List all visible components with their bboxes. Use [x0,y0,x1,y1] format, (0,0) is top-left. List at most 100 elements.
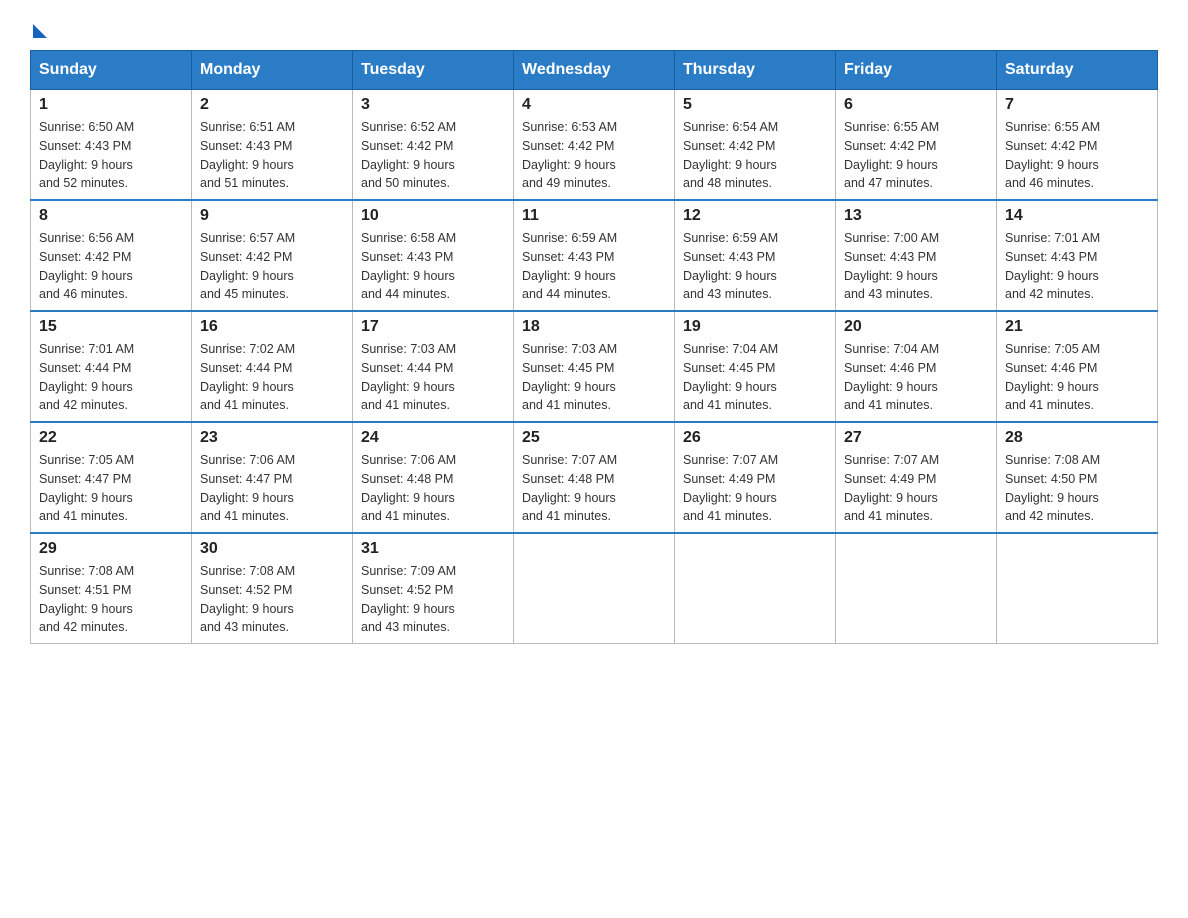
day-of-week-header: Friday [836,51,997,90]
calendar-day-cell: 25 Sunrise: 7:07 AMSunset: 4:48 PMDayligh… [514,422,675,533]
day-info: Sunrise: 6:59 AMSunset: 4:43 PMDaylight:… [522,229,666,304]
day-info: Sunrise: 7:07 AMSunset: 4:48 PMDaylight:… [522,451,666,526]
day-number: 8 [39,207,183,225]
calendar-week-row: 8Sunrise: 6:56 AMSunset: 4:42 PMDaylight… [31,200,1158,311]
calendar-day-cell: 8Sunrise: 6:56 AMSunset: 4:42 PMDaylight… [31,200,192,311]
day-number: 31 [361,540,505,558]
calendar-header-row: SundayMondayTuesdayWednesdayThursdayFrid… [31,51,1158,90]
page-header [30,20,1158,30]
day-number: 7 [1005,96,1149,114]
calendar-week-row: 1 Sunrise: 6:50 AMSunset: 4:43 PMDaylight… [31,90,1158,201]
calendar-week-row: 29Sunrise: 7:08 AMSunset: 4:51 PMDayligh… [31,533,1158,644]
calendar-day-cell: 28 Sunrise: 7:08 AMSunset: 4:50 PMDayligh… [997,422,1158,533]
calendar-day-cell [514,533,675,644]
day-number: 11 [522,207,666,225]
calendar-day-cell: 11 Sunrise: 6:59 AMSunset: 4:43 PMDayligh… [514,200,675,311]
day-number: 2 [200,96,344,114]
day-number: 4 [522,96,666,114]
day-of-week-header: Monday [192,51,353,90]
calendar-day-cell [997,533,1158,644]
day-number: 6 [844,96,988,114]
day-info: Sunrise: 7:09 AMSunset: 4:52 PMDaylight:… [361,562,505,637]
calendar-day-cell: 14 Sunrise: 7:01 AMSunset: 4:43 PMDayligh… [997,200,1158,311]
day-number: 9 [200,207,344,225]
day-number: 12 [683,207,827,225]
day-number: 19 [683,318,827,336]
calendar-day-cell: 12 Sunrise: 6:59 AMSunset: 4:43 PMDayligh… [675,200,836,311]
day-info: Sunrise: 7:08 AMSunset: 4:52 PMDaylight:… [200,562,344,637]
calendar-day-cell: 21Sunrise: 7:05 AMSunset: 4:46 PMDayligh… [997,311,1158,422]
calendar-day-cell: 17 Sunrise: 7:03 AMSunset: 4:44 PMDayligh… [353,311,514,422]
day-number: 28 [1005,429,1149,447]
day-of-week-header: Sunday [31,51,192,90]
day-number: 20 [844,318,988,336]
calendar-day-cell: 27Sunrise: 7:07 AMSunset: 4:49 PMDayligh… [836,422,997,533]
day-number: 22 [39,429,183,447]
day-info: Sunrise: 7:01 AMSunset: 4:43 PMDaylight:… [1005,229,1149,304]
calendar-week-row: 15 Sunrise: 7:01 AMSunset: 4:44 PMDayligh… [31,311,1158,422]
calendar-week-row: 22Sunrise: 7:05 AMSunset: 4:47 PMDayligh… [31,422,1158,533]
day-number: 17 [361,318,505,336]
day-info: Sunrise: 7:04 AMSunset: 4:46 PMDaylight:… [844,340,988,415]
calendar-day-cell: 4 Sunrise: 6:53 AMSunset: 4:42 PMDaylight… [514,90,675,201]
logo-arrow-icon [33,24,47,38]
day-number: 25 [522,429,666,447]
day-info: Sunrise: 7:05 AMSunset: 4:46 PMDaylight:… [1005,340,1149,415]
day-info: Sunrise: 7:01 AMSunset: 4:44 PMDaylight:… [39,340,183,415]
day-of-week-header: Thursday [675,51,836,90]
calendar-day-cell: 15 Sunrise: 7:01 AMSunset: 4:44 PMDayligh… [31,311,192,422]
day-info: Sunrise: 7:04 AMSunset: 4:45 PMDaylight:… [683,340,827,415]
day-info: Sunrise: 6:52 AMSunset: 4:42 PMDaylight:… [361,118,505,193]
day-info: Sunrise: 7:03 AMSunset: 4:44 PMDaylight:… [361,340,505,415]
day-info: Sunrise: 6:54 AMSunset: 4:42 PMDaylight:… [683,118,827,193]
day-of-week-header: Saturday [997,51,1158,90]
day-number: 14 [1005,207,1149,225]
day-info: Sunrise: 7:08 AMSunset: 4:50 PMDaylight:… [1005,451,1149,526]
day-info: Sunrise: 6:55 AMSunset: 4:42 PMDaylight:… [844,118,988,193]
day-number: 18 [522,318,666,336]
calendar-day-cell: 18 Sunrise: 7:03 AMSunset: 4:45 PMDayligh… [514,311,675,422]
day-number: 16 [200,318,344,336]
day-number: 3 [361,96,505,114]
calendar-day-cell: 13 Sunrise: 7:00 AMSunset: 4:43 PMDayligh… [836,200,997,311]
calendar-day-cell: 24Sunrise: 7:06 AMSunset: 4:48 PMDayligh… [353,422,514,533]
day-info: Sunrise: 7:03 AMSunset: 4:45 PMDaylight:… [522,340,666,415]
day-number: 13 [844,207,988,225]
calendar-day-cell: 10 Sunrise: 6:58 AMSunset: 4:43 PMDayligh… [353,200,514,311]
day-info: Sunrise: 7:06 AMSunset: 4:47 PMDaylight:… [200,451,344,526]
day-number: 1 [39,96,183,114]
day-number: 30 [200,540,344,558]
day-info: Sunrise: 6:53 AMSunset: 4:42 PMDaylight:… [522,118,666,193]
calendar-day-cell: 2 Sunrise: 6:51 AMSunset: 4:43 PMDaylight… [192,90,353,201]
day-info: Sunrise: 7:00 AMSunset: 4:43 PMDaylight:… [844,229,988,304]
day-number: 10 [361,207,505,225]
day-number: 26 [683,429,827,447]
calendar-day-cell: 23Sunrise: 7:06 AMSunset: 4:47 PMDayligh… [192,422,353,533]
calendar-day-cell: 7 Sunrise: 6:55 AMSunset: 4:42 PMDaylight… [997,90,1158,201]
day-info: Sunrise: 6:50 AMSunset: 4:43 PMDaylight:… [39,118,183,193]
day-info: Sunrise: 7:02 AMSunset: 4:44 PMDaylight:… [200,340,344,415]
calendar-day-cell: 6 Sunrise: 6:55 AMSunset: 4:42 PMDaylight… [836,90,997,201]
logo [30,20,47,30]
day-number: 15 [39,318,183,336]
calendar-day-cell: 22Sunrise: 7:05 AMSunset: 4:47 PMDayligh… [31,422,192,533]
calendar-day-cell: 31 Sunrise: 7:09 AMSunset: 4:52 PMDayligh… [353,533,514,644]
day-info: Sunrise: 6:59 AMSunset: 4:43 PMDaylight:… [683,229,827,304]
calendar-day-cell: 30 Sunrise: 7:08 AMSunset: 4:52 PMDayligh… [192,533,353,644]
calendar-day-cell [675,533,836,644]
calendar-day-cell: 29Sunrise: 7:08 AMSunset: 4:51 PMDayligh… [31,533,192,644]
calendar-day-cell [836,533,997,644]
calendar-day-cell: 26 Sunrise: 7:07 AMSunset: 4:49 PMDayligh… [675,422,836,533]
day-number: 5 [683,96,827,114]
day-info: Sunrise: 6:55 AMSunset: 4:42 PMDaylight:… [1005,118,1149,193]
day-number: 27 [844,429,988,447]
calendar-day-cell: 5 Sunrise: 6:54 AMSunset: 4:42 PMDaylight… [675,90,836,201]
day-info: Sunrise: 6:51 AMSunset: 4:43 PMDaylight:… [200,118,344,193]
day-info: Sunrise: 6:58 AMSunset: 4:43 PMDaylight:… [361,229,505,304]
calendar-day-cell: 3 Sunrise: 6:52 AMSunset: 4:42 PMDaylight… [353,90,514,201]
calendar-table: SundayMondayTuesdayWednesdayThursdayFrid… [30,50,1158,644]
day-info: Sunrise: 7:07 AMSunset: 4:49 PMDaylight:… [683,451,827,526]
calendar-day-cell: 20 Sunrise: 7:04 AMSunset: 4:46 PMDayligh… [836,311,997,422]
day-info: Sunrise: 7:08 AMSunset: 4:51 PMDaylight:… [39,562,183,637]
day-info: Sunrise: 7:06 AMSunset: 4:48 PMDaylight:… [361,451,505,526]
